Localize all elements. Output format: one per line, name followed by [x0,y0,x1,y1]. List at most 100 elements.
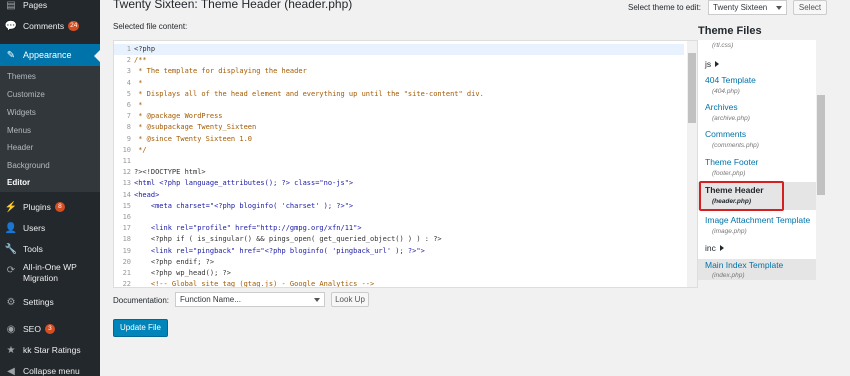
file-link-footer[interactable]: Theme Footer [705,157,758,167]
file-link-404[interactable]: 404 Template [705,75,756,85]
settings-icon: ⚙ [6,296,16,308]
code-line[interactable]: 2/** [114,55,684,66]
submenu-menus[interactable]: Menus [7,126,31,135]
file-name-archives: (archive.php) [712,115,750,122]
menu-plugins-label: Plugins [23,202,51,212]
files-scrollbar-thumb[interactable] [817,95,825,195]
file-name-image: (image.php) [712,228,747,235]
code-line[interactable]: 6 * [114,100,684,111]
code-line[interactable]: 20 <?php endif; ?> [114,257,684,268]
menu-pages[interactable]: ▤ Pages [0,0,100,14]
code-line[interactable]: 19 <link rel="pingback" href="<?php blog… [114,246,684,257]
appearance-icon: ✎ [6,49,16,61]
menu-settings[interactable]: ⚙ Settings [0,293,100,311]
code-line[interactable]: 9 * @since Twenty Sixteen 1.0 [114,134,684,145]
code-line[interactable]: 3 * The template for displaying the head… [114,66,684,77]
code-text: <?php wp_head(); ?> [134,269,231,277]
theme-select-value: Twenty Sixteen [713,3,768,12]
file-link-image[interactable]: Image Attachment Template [705,215,810,225]
file-rtl-css: (rtl.css) [712,42,734,49]
menu-plugins[interactable]: ⚡ Plugins 8 [0,198,100,216]
line-number: 16 [122,213,131,221]
code-line[interactable]: 12 ?><!DOCTYPE html> [114,167,684,178]
menu-seo[interactable]: ◉ SEO 3 [0,320,100,338]
submenu-themes[interactable]: Themes [7,72,36,81]
code-text: <link rel="pingback" href="<?php bloginf… [134,246,425,255]
submenu-header[interactable]: Header [7,143,33,152]
code-text: <?php endif; ?> [134,257,215,266]
line-number: 9 [126,134,131,143]
code-line[interactable]: 4 * [114,78,684,89]
line-number: 6 [126,101,131,109]
menu-tools[interactable]: 🔧 Tools [0,240,100,258]
line-number: 7 [126,112,131,121]
submenu-customize[interactable]: Customize [7,90,45,99]
code-text: * @package WordPress [134,112,223,121]
wp-editor-app: ▤ Pages 💬 Comments 24 ✎ Appearance Theme… [0,0,850,376]
menu-migration-text: All-in-One WP Migration [23,262,77,284]
menu-migration-label2: Migration [23,273,58,283]
chevron-down-icon [314,298,320,302]
code-editor[interactable]: 1 <?php 2/** 3 * The template for displayin… [113,40,698,288]
line-number: 1 [126,45,131,53]
submenu-background[interactable]: Background [7,161,50,170]
file-name-comments: (comments.php) [712,142,759,149]
documentation-select[interactable]: Function Name... [175,292,325,307]
code-line[interactable]: 15 <meta charset="<?php bloginfo( 'chars… [114,201,684,212]
code-line[interactable]: 11 [114,156,684,167]
seo-icon: ◉ [6,323,16,335]
code-line[interactable]: 5 * Displays all of the head element and… [114,89,684,100]
line-number: 14 [122,190,131,199]
page-title: Twenty Sixteen: Theme Header (header.php… [113,0,353,11]
migration-icon: ⟳ [6,264,16,276]
code-line[interactable]: 7 * @package WordPress [114,111,684,122]
code-line[interactable]: 18 <?php if ( is_singular() && pings_ope… [114,234,684,245]
menu-pages-label: Pages [23,0,48,10]
code-line[interactable]: 16 [114,212,684,223]
file-link-comments[interactable]: Comments [705,129,746,139]
file-link-index[interactable]: Main Index Template [705,260,783,270]
menu-appearance[interactable]: ✎ Appearance [0,44,100,66]
menu-migration-label: All-in-One WP [23,262,77,272]
menu-comments[interactable]: 💬 Comments 24 [0,17,100,35]
lookup-button[interactable]: Look Up [331,292,369,307]
editor-scrollbar-thumb[interactable] [688,53,696,123]
code-line[interactable]: 22 <!-- Global site tag (gtag.js) - Goog… [114,279,684,287]
tools-icon: 🔧 [4,243,18,255]
code-text: /** [134,56,147,65]
code-line[interactable]: 1 <?php [114,44,684,56]
code-text: <html <?php language_attributes(); ?> cl… [134,179,354,188]
menu-users-label: Users [23,223,46,233]
menu-appearance-label: Appearance [23,50,72,60]
submenu-editor[interactable]: Editor [7,178,30,187]
menu-users[interactable]: 👤 Users [0,219,100,237]
line-number: 20 [122,257,131,266]
code-line[interactable]: 17 <link rel="profile" href="http://gmpg… [114,223,684,234]
collapse-icon: ◀ [7,365,15,376]
files-scrollbar[interactable] [816,40,826,280]
collapse-menu-label: Collapse menu [23,366,80,376]
code-line[interactable]: 21 <?php wp_head(); ?> [114,268,684,279]
code-text: ?><!DOCTYPE html> [134,168,206,177]
select-theme-button[interactable]: Select [793,0,827,15]
pages-icon: ▤ [6,0,16,11]
code-line[interactable]: 8 * @subpackage Twenty_Sixteen [114,122,684,133]
theme-select[interactable]: Twenty Sixteen [708,0,787,15]
folder-js[interactable]: js [705,59,720,69]
code-line[interactable]: 10 */ [114,145,684,156]
menu-kk-star-ratings[interactable]: ★ kk Star Ratings [0,341,100,359]
current-file-highlight-box [699,181,784,211]
code-text: * Displays all of the head element and e… [134,89,484,98]
code-line[interactable]: 14 <head> [114,190,684,201]
editor-scrollbar[interactable] [687,41,697,287]
update-file-button[interactable]: Update File [113,319,168,337]
code-text: <link rel="profile" href="http://gmpg.or… [134,224,362,233]
file-link-archives[interactable]: Archives [705,102,738,112]
users-icon: 👤 [4,222,18,234]
code-line[interactable]: 13 <html <?php language_attributes(); ?> … [114,178,684,189]
collapse-menu[interactable]: ◀ Collapse menu [0,362,100,376]
submenu-widgets[interactable]: Widgets [7,108,36,117]
menu-migration[interactable]: ⟳ All-in-One WP Migration [0,262,100,290]
folder-inc[interactable]: inc [705,243,724,253]
seo-count-badge: 3 [44,324,55,334]
